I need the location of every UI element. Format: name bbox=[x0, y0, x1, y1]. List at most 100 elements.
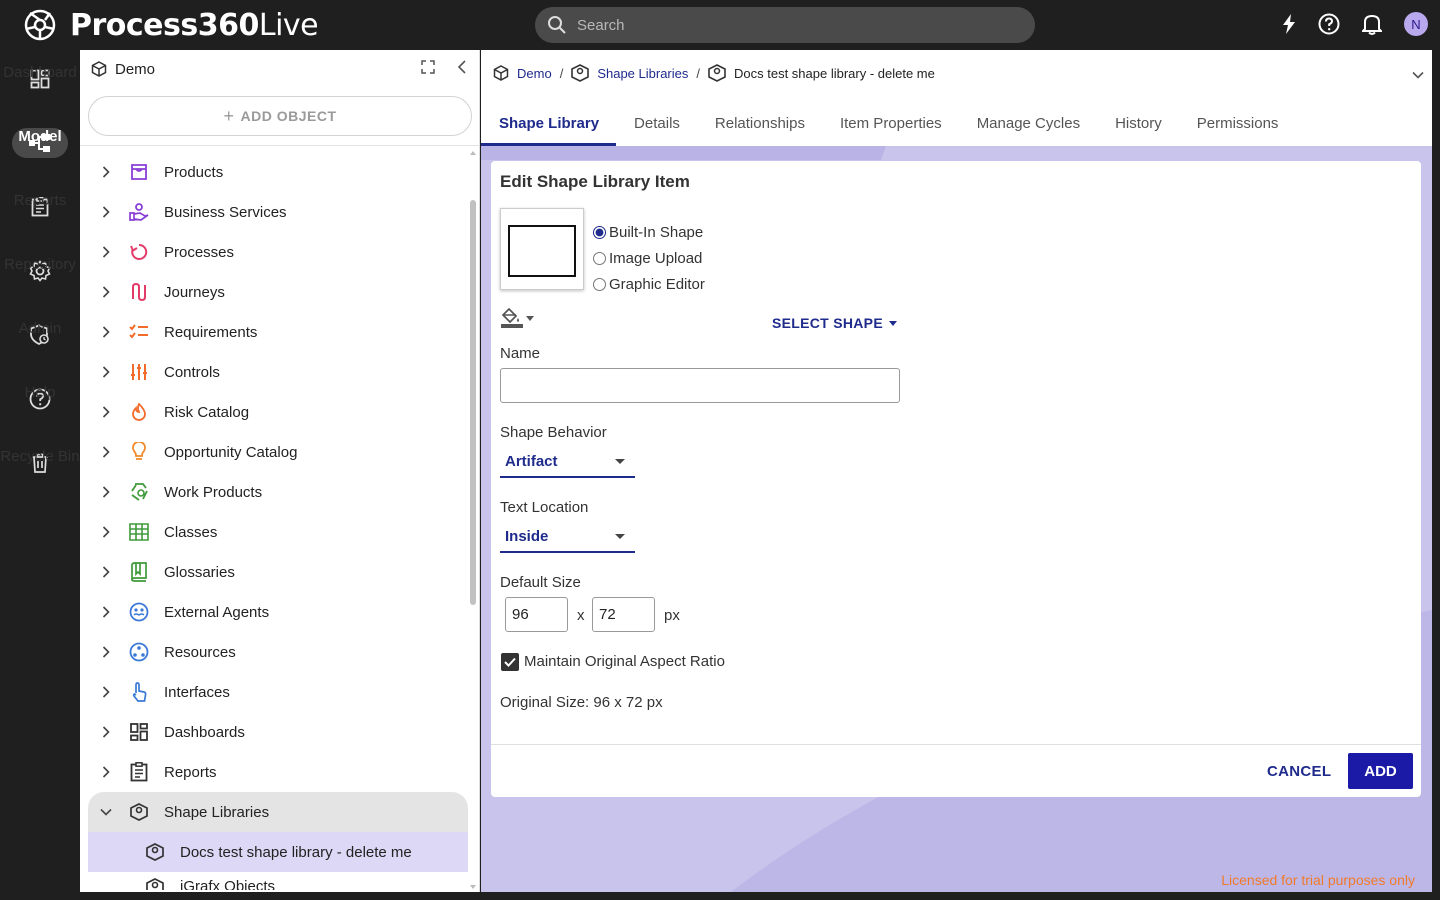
fill-color-button[interactable] bbox=[501, 308, 534, 328]
rail-item-model[interactable]: Model bbox=[0, 124, 80, 188]
avatar[interactable]: N bbox=[1404, 12, 1428, 36]
tree-item-docs-test-shape-library[interactable]: Docs test shape library - delete me bbox=[88, 832, 468, 872]
chevron-right-icon[interactable] bbox=[88, 646, 122, 658]
radio-image-upload[interactable]: Image Upload bbox=[593, 245, 705, 271]
app-logo[interactable]: Process360Live bbox=[22, 7, 319, 43]
tab-permissions[interactable]: Permissions bbox=[1179, 100, 1296, 146]
tree-item-requirements[interactable]: Requirements bbox=[88, 312, 468, 352]
shape-behavior-select[interactable]: Artifact bbox=[500, 447, 635, 478]
chevron-right-icon[interactable] bbox=[88, 526, 122, 538]
tree-item-resources[interactable]: Resources bbox=[88, 632, 468, 672]
chevron-right-icon[interactable] bbox=[88, 606, 122, 618]
chevron-right-icon[interactable] bbox=[88, 246, 122, 258]
rail-item-help[interactable]: Help bbox=[0, 380, 80, 444]
tab-details[interactable]: Details bbox=[616, 100, 697, 146]
rail-item-reports[interactable]: Reports bbox=[0, 188, 80, 252]
tree-item-processes[interactable]: Processes bbox=[88, 232, 468, 272]
cancel-button[interactable]: CANCEL bbox=[1253, 754, 1345, 789]
add-button[interactable]: ADD bbox=[1348, 753, 1413, 789]
add-object-button[interactable]: + ADD OBJECT bbox=[88, 96, 472, 136]
shape-preview[interactable] bbox=[500, 208, 584, 290]
radio-graphic-editor[interactable]: Graphic Editor bbox=[593, 271, 705, 297]
tree-item-products[interactable]: Products bbox=[88, 152, 468, 192]
breadcrumb-separator: / bbox=[696, 65, 700, 81]
scroll-down-icon[interactable] bbox=[469, 884, 477, 890]
radio-input[interactable] bbox=[593, 277, 606, 291]
chevron-right-icon[interactable] bbox=[88, 726, 122, 738]
bell-icon[interactable] bbox=[1362, 13, 1382, 35]
tree-item-opportunity-catalog[interactable]: Opportunity Catalog bbox=[88, 432, 468, 472]
tree-item-reports[interactable]: Reports bbox=[88, 752, 468, 792]
tab-shape-library[interactable]: Shape Library bbox=[481, 100, 617, 146]
tree-item-journeys[interactable]: Journeys bbox=[88, 272, 468, 312]
height-input[interactable]: 72 bbox=[592, 597, 655, 632]
reports-icon bbox=[126, 762, 152, 782]
times-label: x bbox=[577, 607, 585, 624]
tree-item-controls[interactable]: Controls bbox=[88, 352, 468, 392]
text-location-select[interactable]: Inside bbox=[500, 522, 635, 553]
chevron-right-icon[interactable] bbox=[88, 406, 122, 418]
rail-item-repository[interactable]: Repository bbox=[0, 252, 80, 316]
tree-root-label[interactable]: Demo bbox=[115, 61, 155, 78]
rail-label: Reports bbox=[13, 192, 67, 209]
tab-relationships[interactable]: Relationships bbox=[697, 100, 822, 146]
scrollbar-thumb[interactable] bbox=[470, 200, 476, 605]
tree-list: Products Business Services Processes Jou… bbox=[88, 152, 468, 890]
chevron-right-icon[interactable] bbox=[88, 566, 122, 578]
help-icon[interactable] bbox=[1318, 13, 1340, 35]
tree-item-label: External Agents bbox=[164, 603, 270, 621]
scroll-up-icon[interactable] bbox=[469, 150, 477, 156]
tree-item-label: Journeys bbox=[164, 283, 225, 301]
chevron-right-icon[interactable] bbox=[88, 766, 122, 778]
radio-input[interactable] bbox=[593, 225, 606, 239]
breadcrumb-demo[interactable]: Demo bbox=[517, 66, 552, 81]
chevron-down-icon[interactable] bbox=[1412, 71, 1424, 79]
rail-label: Help bbox=[24, 384, 56, 401]
search-input[interactable] bbox=[577, 16, 977, 34]
tree-item-business-services[interactable]: Business Services bbox=[88, 192, 468, 232]
tab-item-properties[interactable]: Item Properties bbox=[822, 100, 959, 146]
tree-item-igrafx-objects[interactable]: iGrafx Objects bbox=[88, 872, 468, 890]
tree-header: Demo bbox=[80, 50, 479, 88]
chevron-right-icon[interactable] bbox=[88, 286, 122, 298]
chevron-right-icon[interactable] bbox=[88, 206, 122, 218]
chevron-right-icon[interactable] bbox=[88, 166, 122, 178]
tree-item-risk-catalog[interactable]: Risk Catalog bbox=[88, 392, 468, 432]
collapse-panel-icon[interactable] bbox=[457, 60, 467, 74]
rail-label: Recycle Bin bbox=[0, 448, 80, 465]
rail-item-dashboard[interactable]: Dashboard bbox=[0, 60, 80, 124]
tree-item-interfaces[interactable]: Interfaces bbox=[88, 672, 468, 712]
tab-history[interactable]: History bbox=[1097, 100, 1179, 146]
select-shape-button[interactable]: SELECT SHAPE bbox=[772, 315, 897, 331]
rail-item-recycle-bin[interactable]: Recycle Bin bbox=[0, 444, 80, 508]
breadcrumb-shape-libraries[interactable]: Shape Libraries bbox=[597, 66, 688, 81]
chevron-right-icon[interactable] bbox=[88, 486, 122, 498]
expand-icon[interactable] bbox=[421, 60, 435, 74]
search-bar[interactable] bbox=[535, 7, 1035, 43]
chevron-right-icon[interactable] bbox=[88, 366, 122, 378]
classes-icon bbox=[126, 523, 152, 541]
lightning-icon[interactable] bbox=[1282, 14, 1296, 34]
width-input[interactable]: 96 bbox=[505, 597, 568, 632]
rail-item-admin[interactable]: Admin bbox=[0, 316, 80, 380]
tree-item-glossaries[interactable]: Glossaries bbox=[88, 552, 468, 592]
tree-scrollbar[interactable] bbox=[469, 150, 477, 890]
radio-built-in-shape[interactable]: Built-In Shape bbox=[593, 219, 705, 245]
tab-manage-cycles[interactable]: Manage Cycles bbox=[959, 100, 1097, 146]
tree-item-dashboards[interactable]: Dashboards bbox=[88, 712, 468, 752]
touch-icon bbox=[126, 682, 152, 702]
tree-item-classes[interactable]: Classes bbox=[88, 512, 468, 552]
tree-item-label: Opportunity Catalog bbox=[164, 443, 298, 461]
chevron-down-icon[interactable] bbox=[88, 808, 122, 816]
main-content: Demo / Shape Libraries / Docs test shape… bbox=[481, 50, 1432, 892]
tree-item-external-agents[interactable]: External Agents bbox=[88, 592, 468, 632]
name-field[interactable] bbox=[500, 368, 900, 403]
aspect-ratio-checkbox[interactable] bbox=[501, 653, 519, 671]
chevron-right-icon[interactable] bbox=[88, 326, 122, 338]
tree-item-work-products[interactable]: Work Products bbox=[88, 472, 468, 512]
radio-input[interactable] bbox=[593, 251, 606, 265]
chevron-right-icon[interactable] bbox=[88, 686, 122, 698]
left-rail: Dashboard Model Reports Repository Admin… bbox=[0, 50, 80, 900]
chevron-right-icon[interactable] bbox=[88, 446, 122, 458]
tree-item-shape-libraries[interactable]: Shape Libraries bbox=[88, 792, 468, 832]
